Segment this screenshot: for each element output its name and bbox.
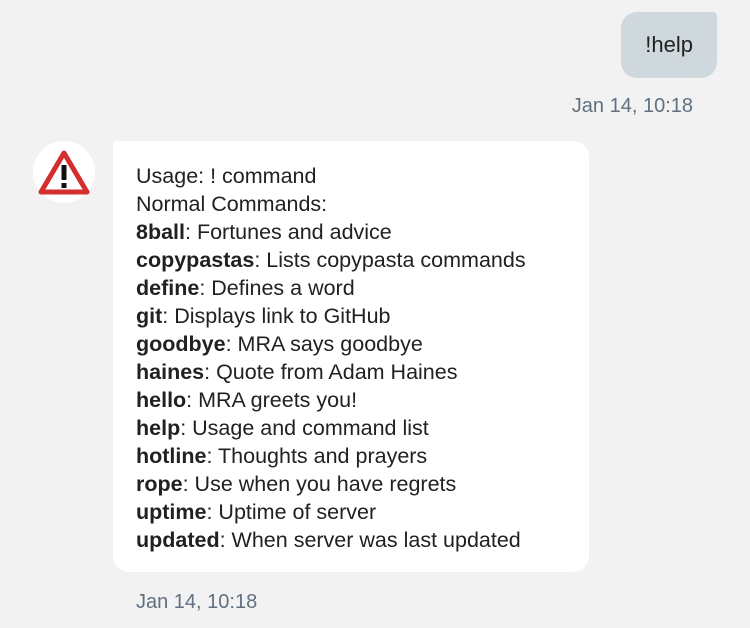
command-name: hello <box>136 388 187 412</box>
command-name: copypastas <box>136 248 255 272</box>
command-description: : Fortunes and advice <box>185 220 392 244</box>
usage-line: Usage: ! command <box>136 164 317 188</box>
command-description: : Quote from Adam Haines <box>204 360 458 384</box>
command-item: hello: MRA greets you! <box>136 386 589 414</box>
command-name: uptime <box>136 500 207 524</box>
incoming-message-bubble[interactable]: Usage: ! command Normal Commands: 8ball:… <box>113 141 589 572</box>
command-item: uptime: Uptime of server <box>136 498 589 526</box>
command-description: : Thoughts and prayers <box>206 444 428 468</box>
outgoing-message-bubble[interactable]: !help <box>621 12 717 78</box>
command-item: hotline: Thoughts and prayers <box>136 442 589 470</box>
command-item: rope: Use when you have regrets <box>136 470 589 498</box>
command-description: : MRA says goodbye <box>225 332 423 356</box>
command-description: : Lists copypasta commands <box>254 248 526 272</box>
command-description: : Displays link to GitHub <box>162 304 391 328</box>
incoming-message-timestamp: Jan 14, 10:18 <box>136 591 258 613</box>
command-item: updated: When server was last updated <box>136 526 589 554</box>
avatar[interactable] <box>33 141 95 203</box>
command-name: rope <box>136 472 183 496</box>
command-name: haines <box>136 360 205 384</box>
command-description: : Uptime of server <box>206 500 377 524</box>
command-name: updated <box>136 528 220 552</box>
command-item: goodbye: MRA says goodbye <box>136 330 589 358</box>
command-description: : Usage and command list <box>180 416 429 440</box>
command-description: : Use when you have regrets <box>182 472 457 496</box>
command-name: hotline <box>136 444 207 468</box>
command-item: haines: Quote from Adam Haines <box>136 358 589 386</box>
command-item: git: Displays link to GitHub <box>136 302 589 330</box>
command-description: : MRA greets you! <box>186 388 358 412</box>
outgoing-message-timestamp: Jan 14, 10:18 <box>571 95 693 117</box>
command-name: git <box>136 304 163 328</box>
command-name: help <box>136 416 181 440</box>
command-name: define <box>136 276 200 300</box>
command-name: goodbye <box>136 332 226 356</box>
command-item: define: Defines a word <box>136 274 589 302</box>
command-list: 8ball: Fortunes and advice copypastas: L… <box>136 218 589 554</box>
command-name: 8ball <box>136 220 185 244</box>
command-description: : Defines a word <box>199 276 355 300</box>
command-item: copypastas: Lists copypasta commands <box>136 246 589 274</box>
command-item: help: Usage and command list <box>136 414 589 442</box>
warning-triangle-icon <box>38 150 90 195</box>
outgoing-message-text: !help <box>645 32 693 57</box>
command-item: 8ball: Fortunes and advice <box>136 218 589 246</box>
section-title: Normal Commands: <box>136 192 328 216</box>
command-description: : When server was last updated <box>219 528 521 552</box>
